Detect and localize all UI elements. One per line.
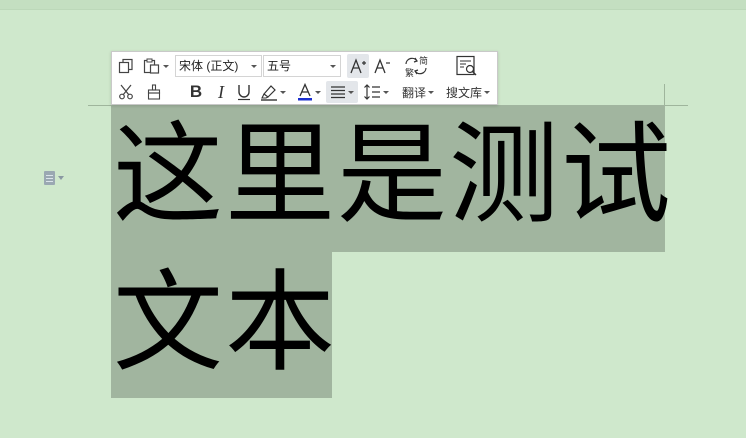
chevron-down-icon — [484, 90, 490, 94]
search-library-label: 搜文库 — [445, 85, 482, 100]
bold-icon: B — [189, 82, 203, 101]
margin-guide-right-vertical — [664, 84, 665, 106]
bold-button[interactable]: B — [185, 81, 207, 103]
copy-button[interactable] — [115, 55, 137, 77]
increase-font-size-button[interactable] — [347, 54, 369, 78]
margin-guide-left-horizontal — [88, 105, 111, 106]
italic-button[interactable]: I — [210, 81, 232, 103]
document-search-icon — [456, 55, 477, 76]
format-painter-button[interactable] — [143, 81, 165, 103]
underline-icon — [238, 85, 250, 101]
translate-label: 翻译 — [401, 85, 426, 100]
align-justify-icon — [331, 86, 345, 99]
line-spacing-icon — [364, 84, 380, 100]
chevron-down-icon — [163, 64, 169, 68]
translate-button[interactable]: 翻译 — [400, 81, 436, 103]
decrease-font-size-button[interactable] — [371, 54, 393, 78]
convert-simplified-traditional-button[interactable]: 繁 简 — [402, 54, 430, 78]
document-text-line2[interactable]: 文本 — [113, 268, 337, 378]
search-library-button[interactable]: 搜文库 — [444, 81, 492, 103]
alignment-button[interactable] — [326, 81, 358, 103]
convert-chinese-icon: 繁 简 — [405, 55, 428, 77]
svg-text:简: 简 — [419, 55, 428, 67]
chevron-down-icon — [428, 90, 434, 94]
chevron-down-icon — [383, 90, 389, 94]
chevron-down-icon — [348, 90, 354, 94]
window-top-strip — [0, 0, 746, 10]
highlight-color-button[interactable] — [258, 81, 288, 103]
font-size-decrease-icon — [374, 58, 390, 74]
paste-icon — [143, 58, 160, 74]
floating-format-toolbar: 宋体 (正文) 五号 繁 简 B I 翻译 搜文库 — [111, 51, 498, 105]
italic-icon: I — [218, 81, 224, 102]
highlighter-icon — [261, 85, 277, 101]
chevron-down-icon — [58, 176, 64, 180]
font-name-value: 宋体 (正文) — [179, 59, 239, 73]
document-text-line1[interactable]: 这里是测试 — [113, 120, 673, 230]
font-color-button[interactable] — [294, 81, 324, 103]
margin-guide-right-horizontal — [664, 105, 688, 106]
font-size-select[interactable]: 五号 — [263, 55, 341, 77]
document-search-button[interactable] — [452, 54, 482, 78]
paste-button[interactable] — [140, 55, 172, 77]
chevron-down-icon — [280, 90, 286, 94]
font-name-select[interactable]: 宋体 (正文) — [175, 55, 262, 77]
line-spacing-button[interactable] — [361, 81, 391, 103]
cut-button[interactable] — [115, 81, 137, 103]
font-size-increase-icon — [350, 58, 366, 74]
chevron-down-icon — [315, 90, 321, 94]
chevron-down-icon — [330, 65, 336, 68]
scissors-icon — [119, 84, 133, 100]
document-icon — [44, 171, 55, 185]
paragraph-layout-button[interactable] — [44, 168, 74, 188]
underline-button[interactable] — [233, 81, 255, 103]
chevron-down-icon — [251, 65, 257, 68]
font-color-icon — [298, 83, 312, 101]
font-size-value: 五号 — [267, 59, 292, 73]
format-painter-icon — [147, 84, 161, 100]
copy-icon — [118, 58, 133, 74]
svg-text:繁: 繁 — [405, 67, 414, 77]
